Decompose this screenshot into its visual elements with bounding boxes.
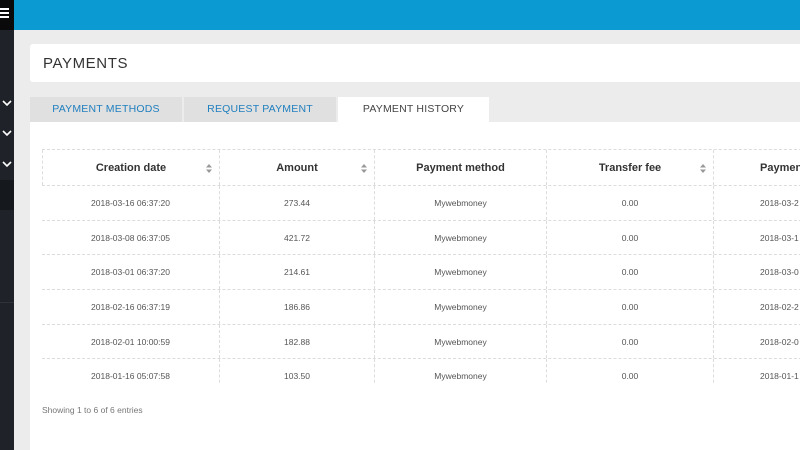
cell-payment-date: 2018-02-0 bbox=[714, 325, 800, 358]
sort-icon bbox=[700, 164, 706, 173]
table-row: 2018-01-16 05:07:58 103.50 Mywebmoney 0.… bbox=[42, 359, 800, 383]
hamburger-icon bbox=[0, 8, 9, 18]
cell-creation-date: 2018-03-01 06:37:20 bbox=[42, 255, 220, 289]
sort-icon bbox=[361, 164, 367, 173]
cell-amount: 214.61 bbox=[220, 255, 375, 289]
cell-amount: 421.72 bbox=[220, 221, 375, 254]
cell-creation-date: 2018-01-16 05:07:58 bbox=[42, 359, 220, 383]
table-header-row: Creation date Amount Payment method Tran… bbox=[42, 149, 800, 186]
table-row: 2018-03-16 06:37:20 273.44 Mywebmoney 0.… bbox=[42, 186, 800, 221]
cell-payment-date: 2018-03-0 bbox=[714, 255, 800, 289]
table-row: 2018-03-08 06:37:05 421.72 Mywebmoney 0.… bbox=[42, 221, 800, 255]
tab-payment-methods[interactable]: PAYMENT METHODS bbox=[30, 97, 182, 122]
column-header-payment[interactable]: Payment bbox=[714, 150, 800, 185]
column-header-label: Creation date bbox=[95, 161, 167, 174]
cell-payment-date: 2018-03-1 bbox=[714, 221, 800, 254]
column-header-label: Payment method bbox=[416, 161, 505, 174]
cell-transfer-fee: 0.00 bbox=[547, 221, 714, 254]
cell-transfer-fee: 0.00 bbox=[547, 186, 714, 220]
main-content: PAYMENTS PAYMENT METHODS REQUEST PAYMENT… bbox=[14, 30, 800, 450]
cell-payment-method: Mywebmoney bbox=[375, 325, 547, 358]
chevron-down-icon[interactable] bbox=[1, 97, 13, 109]
cell-payment-method: Mywebmoney bbox=[375, 221, 547, 254]
column-header-payment-method[interactable]: Payment method bbox=[375, 150, 547, 185]
table-row: 2018-02-01 10:00:59 182.88 Mywebmoney 0.… bbox=[42, 325, 800, 359]
page-header: PAYMENTS bbox=[30, 44, 800, 82]
column-header-creation-date[interactable]: Creation date bbox=[42, 150, 220, 185]
sidebar-active-item[interactable] bbox=[0, 180, 14, 210]
cell-payment-method: Mywebmoney bbox=[375, 290, 547, 324]
cell-payment-date: 2018-02-2 bbox=[714, 290, 800, 324]
cell-transfer-fee: 0.00 bbox=[547, 325, 714, 358]
menu-toggle-button[interactable] bbox=[0, 0, 14, 30]
column-header-label: Amount bbox=[276, 161, 318, 174]
cell-payment-date: 2018-01-1 bbox=[714, 359, 800, 383]
chevron-down-icon[interactable] bbox=[1, 127, 13, 139]
top-bar bbox=[14, 0, 800, 30]
table-info: Showing 1 to 6 of 6 entries bbox=[42, 405, 143, 415]
cell-amount: 186.86 bbox=[220, 290, 375, 324]
tab-payment-history[interactable]: PAYMENT HISTORY bbox=[338, 97, 489, 122]
chevron-down-icon[interactable] bbox=[1, 158, 13, 170]
cell-payment-method: Mywebmoney bbox=[375, 359, 547, 383]
sidebar bbox=[0, 0, 14, 450]
table-row: 2018-03-01 06:37:20 214.61 Mywebmoney 0.… bbox=[42, 255, 800, 290]
cell-transfer-fee: 0.00 bbox=[547, 255, 714, 289]
cell-amount: 273.44 bbox=[220, 186, 375, 220]
column-header-label: Payment bbox=[760, 161, 800, 174]
cell-payment-method: Mywebmoney bbox=[375, 255, 547, 289]
cell-amount: 103.50 bbox=[220, 359, 375, 383]
tab-bar: PAYMENT METHODS REQUEST PAYMENT PAYMENT … bbox=[30, 93, 800, 122]
column-header-label: Transfer fee bbox=[598, 161, 662, 174]
payment-history-table: Creation date Amount Payment method Tran… bbox=[42, 149, 800, 383]
cell-payment-method: Mywebmoney bbox=[375, 186, 547, 220]
cell-creation-date: 2018-03-08 06:37:05 bbox=[42, 221, 220, 254]
sort-icon bbox=[206, 164, 212, 173]
cell-creation-date: 2018-02-16 06:37:19 bbox=[42, 290, 220, 324]
column-header-amount[interactable]: Amount bbox=[220, 150, 375, 185]
cell-payment-date: 2018-03-2 bbox=[714, 186, 800, 220]
payments-panel: PAYMENT METHODS REQUEST PAYMENT PAYMENT … bbox=[30, 93, 800, 450]
cell-creation-date: 2018-03-16 06:37:20 bbox=[42, 186, 220, 220]
table-row: 2018-02-16 06:37:19 186.86 Mywebmoney 0.… bbox=[42, 290, 800, 325]
column-header-transfer-fee[interactable]: Transfer fee bbox=[547, 150, 714, 185]
page-title: PAYMENTS bbox=[43, 55, 129, 72]
cell-creation-date: 2018-02-01 10:00:59 bbox=[42, 325, 220, 358]
cell-transfer-fee: 0.00 bbox=[547, 359, 714, 383]
cell-transfer-fee: 0.00 bbox=[547, 290, 714, 324]
tab-request-payment[interactable]: REQUEST PAYMENT bbox=[184, 97, 336, 122]
sidebar-divider bbox=[0, 302, 14, 303]
cell-amount: 182.88 bbox=[220, 325, 375, 358]
